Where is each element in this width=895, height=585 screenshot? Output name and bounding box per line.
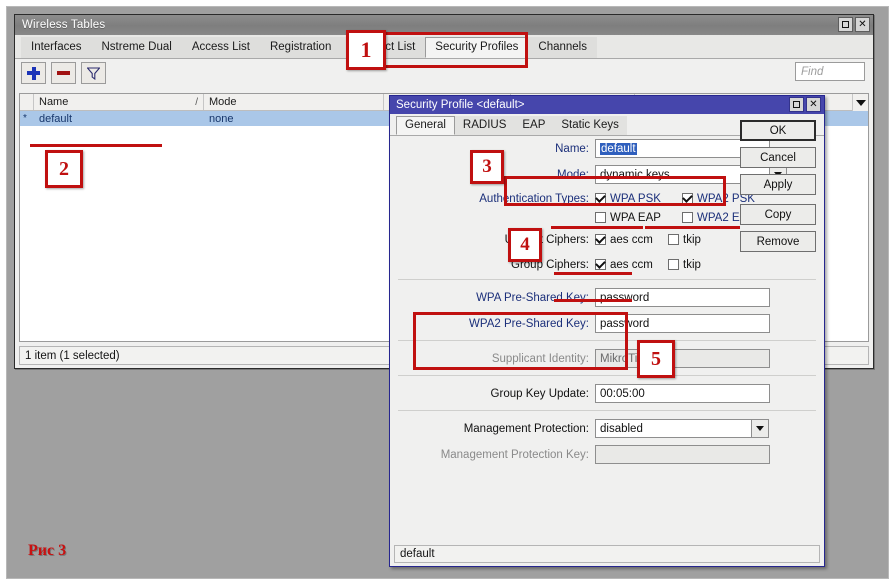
group-ciphers-row: Group Ciphers: aes ccm tkip	[390, 256, 824, 273]
wpa-preshared-key-field[interactable]: password	[595, 288, 770, 307]
annotation-underline-unicast-aes	[554, 272, 632, 275]
annotation-badge-4: 4	[508, 228, 542, 262]
add-button[interactable]	[21, 62, 46, 84]
wpa2-preshared-key-field[interactable]: password	[595, 314, 770, 333]
row-flag: *	[23, 113, 27, 124]
checkbox-group-tkip[interactable]: tkip	[668, 259, 701, 271]
dialog-tab-static-keys[interactable]: Static Keys	[553, 116, 627, 135]
divider-2	[398, 340, 816, 341]
wpa2-preshared-key-label: WPA2 Pre-Shared Key:	[469, 317, 589, 330]
checkbox-unicast-tkip-box	[668, 234, 679, 245]
divider-1	[398, 279, 816, 280]
tab-nstreme-dual[interactable]: Nstreme Dual	[91, 37, 182, 58]
table-col-name[interactable]: Name /	[34, 94, 204, 110]
apply-button[interactable]: Apply	[740, 174, 816, 195]
dialog-title-text: Security Profile <default>	[396, 99, 525, 111]
column-menu-button[interactable]	[852, 94, 868, 111]
figure-label: Рис 3	[28, 542, 67, 559]
plus-icon	[27, 66, 40, 80]
checkbox-group-tkip-box	[668, 259, 679, 270]
main-toolbar: Find	[15, 59, 873, 87]
management-protection-dropdown-arrow[interactable]	[751, 419, 769, 438]
checkbox-unicast-aes-box	[595, 234, 606, 245]
divider-3	[398, 375, 816, 376]
dialog-tab-general[interactable]: General	[396, 116, 455, 135]
cancel-button[interactable]: Cancel	[740, 147, 816, 168]
sort-ascending-icon: /	[195, 96, 198, 108]
group-ciphers-label: Group Ciphers:	[511, 258, 589, 271]
management-protection-key-field[interactable]	[595, 445, 770, 464]
annotation-underline-wpa2-psk	[645, 226, 740, 229]
checkbox-wpa-psk-box	[595, 193, 606, 204]
remove-button[interactable]: Remove	[740, 231, 816, 252]
management-protection-label: Management Protection:	[463, 422, 589, 435]
dialog-maximize-icon[interactable]	[789, 97, 804, 112]
dialog-tab-radius[interactable]: RADIUS	[454, 116, 515, 135]
dialog-close-icon[interactable]: ✕	[806, 97, 821, 112]
row-name: default	[39, 112, 73, 125]
filter-button[interactable]	[81, 62, 106, 84]
chevron-down-icon	[855, 99, 866, 106]
chevron-down-icon	[756, 426, 764, 431]
authentication-types-label: Authentication Types:	[479, 192, 589, 205]
management-protection-select[interactable]: disabled	[595, 419, 752, 438]
window-title-text: Wireless Tables	[22, 19, 106, 31]
main-tab-strip: Interfaces Nstreme Dual Access List Regi…	[15, 35, 873, 59]
table-col-mode[interactable]: Mode	[204, 94, 384, 110]
management-protection-row: Management Protection: disabled	[390, 418, 824, 439]
copy-button[interactable]: Copy	[740, 204, 816, 225]
annotation-underline-default-row	[30, 144, 162, 147]
security-profile-dialog: Security Profile <default> ✕ General RAD…	[389, 95, 825, 567]
dialog-title-bar: Security Profile <default> ✕	[390, 96, 824, 114]
page-root: Wireless Tables ✕ Interfaces Nstreme Dua…	[0, 0, 895, 585]
annotation-badge-1: 1	[346, 30, 386, 70]
remove-button[interactable]	[51, 62, 76, 84]
maximize-icon[interactable]	[838, 17, 853, 32]
tab-access-list[interactable]: Access List	[181, 37, 260, 58]
table-col-flag	[20, 94, 34, 110]
supplicant-identity-field[interactable]: MikroTik	[595, 349, 770, 368]
annotation-badge-2: 2	[45, 150, 83, 188]
dialog-status-bar: default	[394, 545, 820, 563]
row-mode: none	[209, 112, 234, 125]
dialog-tab-eap[interactable]: EAP	[514, 116, 554, 135]
tab-interfaces[interactable]: Interfaces	[21, 37, 92, 58]
checkbox-wpa-eap-box	[595, 212, 606, 223]
group-key-update-row: Group Key Update: 00:05:00	[390, 383, 824, 404]
checkbox-wpa2-eap-box	[682, 212, 693, 223]
annotation-badge-5: 5	[637, 340, 675, 378]
wpa2-psk-row: WPA2 Pre-Shared Key: password	[390, 313, 824, 334]
annotation-underline-group-aes	[554, 299, 632, 302]
tab-channels[interactable]: Channels	[528, 37, 597, 58]
ok-button[interactable]: OK	[740, 120, 816, 141]
group-key-update-field[interactable]: 00:05:00	[595, 384, 770, 403]
tab-security-profiles[interactable]: Security Profiles	[425, 37, 529, 58]
checkbox-wpa-eap[interactable]: WPA EAP	[595, 212, 682, 224]
window-title-bar: Wireless Tables ✕	[15, 15, 873, 35]
supplicant-identity-label: Supplicant Identity:	[491, 352, 589, 365]
checkbox-unicast-aes-ccm[interactable]: aes ccm	[595, 234, 668, 246]
checkbox-wpa2-psk-box	[682, 193, 693, 204]
close-icon[interactable]: ✕	[855, 17, 870, 32]
divider-4	[398, 410, 816, 411]
management-protection-key-row: Management Protection Key:	[390, 444, 824, 465]
dialog-button-column: OK Cancel Apply Copy Remove	[740, 120, 816, 258]
search-input[interactable]: Find	[795, 62, 865, 81]
checkbox-group-aes-ccm[interactable]: aes ccm	[595, 259, 668, 271]
window-control-buttons: ✕	[838, 17, 870, 32]
unicast-ciphers-label: Unicast Ciphers:	[504, 233, 589, 246]
supplicant-identity-row: Supplicant Identity: MikroTik	[390, 348, 824, 369]
wpa-psk-row: WPA Pre-Shared Key: password	[390, 287, 824, 308]
funnel-icon	[87, 66, 100, 80]
tab-registration[interactable]: Registration	[259, 37, 342, 58]
management-protection-key-label: Management Protection Key:	[440, 448, 589, 461]
dialog-control-buttons: ✕	[789, 97, 821, 112]
group-key-update-label: Group Key Update:	[490, 387, 589, 400]
checkbox-unicast-tkip[interactable]: tkip	[668, 234, 701, 246]
annotation-badge-3: 3	[470, 150, 504, 184]
checkbox-group-aes-box	[595, 259, 606, 270]
minus-icon	[57, 71, 70, 75]
annotation-underline-wpa-psk	[551, 226, 643, 229]
checkbox-wpa-psk[interactable]: WPA PSK	[595, 193, 682, 205]
